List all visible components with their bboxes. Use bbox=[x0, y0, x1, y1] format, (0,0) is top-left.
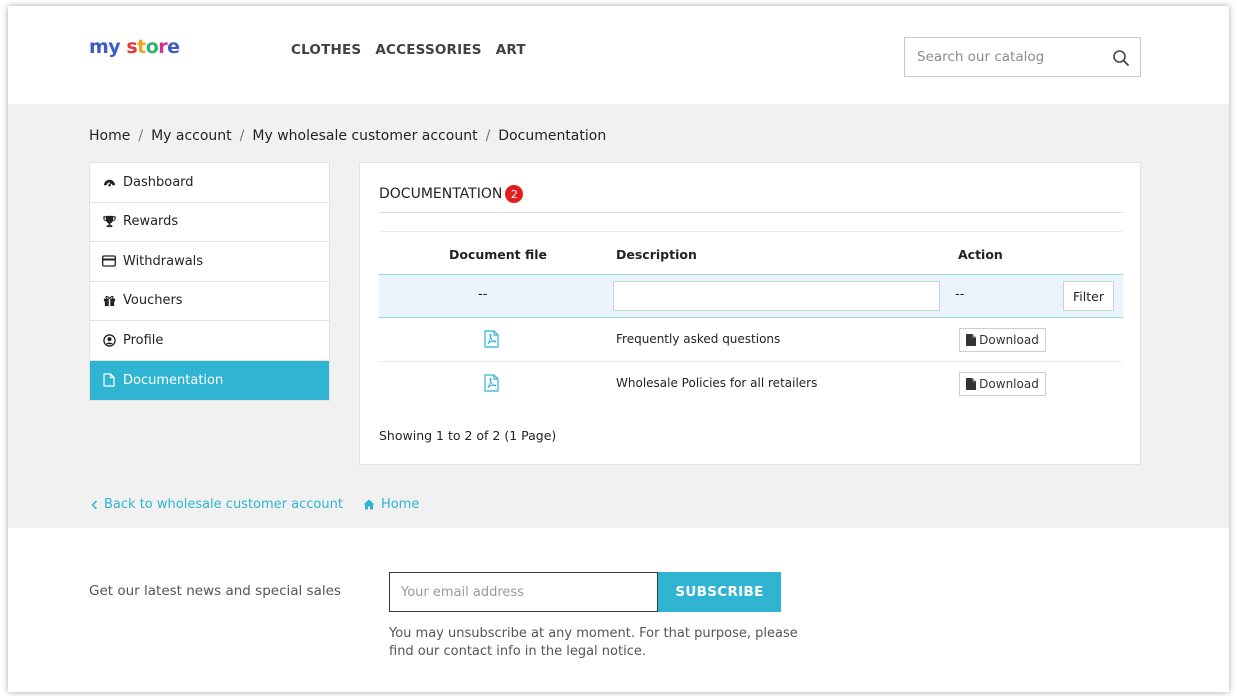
email-field[interactable] bbox=[389, 572, 658, 612]
newsletter-label: Get our latest news and special sales bbox=[89, 583, 341, 599]
subscribe-button[interactable]: SUBSCRIBE bbox=[658, 572, 781, 612]
sidebar-item-profile[interactable]: Profile bbox=[90, 321, 329, 361]
dashboard-icon bbox=[102, 175, 116, 189]
sidebar-item-rewards[interactable]: Rewards bbox=[90, 203, 329, 242]
home-link[interactable]: Home bbox=[363, 497, 419, 512]
credit-card-icon bbox=[102, 254, 116, 268]
sidebar-item-label: Withdrawals bbox=[123, 253, 204, 269]
document-description: Frequently asked questions bbox=[616, 332, 781, 346]
pdf-icon[interactable] bbox=[484, 330, 499, 348]
browser-frame: my store CLOTHES ACCESSORIES ART Home/My… bbox=[8, 6, 1229, 692]
breadcrumb: Home / My account / My wholesale customer ac… bbox=[89, 128, 607, 144]
back-link-label: Back to wholesale customer account bbox=[104, 497, 343, 512]
search-input[interactable] bbox=[905, 38, 1095, 76]
document-description: Wholesale Policies for all retailers bbox=[616, 376, 818, 390]
breadcrumb-home[interactable]: Home bbox=[89, 128, 130, 144]
description-filter-input[interactable] bbox=[613, 281, 940, 311]
divider bbox=[379, 231, 1123, 232]
breadcrumb-my-account[interactable]: My account bbox=[151, 128, 232, 144]
file-icon bbox=[102, 373, 116, 387]
back-to-account-link[interactable]: Back to wholesale customer account bbox=[91, 497, 343, 512]
table-row: Frequently asked questions Download bbox=[379, 318, 1123, 362]
divider bbox=[379, 212, 1123, 213]
nav-clothes[interactable]: CLOTHES bbox=[291, 42, 361, 58]
account-links: Back to wholesale customer account Home bbox=[91, 497, 419, 512]
nav-art[interactable]: ART bbox=[496, 42, 526, 58]
home-link-label: Home bbox=[380, 497, 420, 512]
pdf-icon[interactable] bbox=[484, 374, 499, 392]
sidebar-item-vouchers[interactable]: Vouchers bbox=[90, 282, 329, 321]
sidebar-item-dashboard[interactable]: Dashboard bbox=[90, 163, 329, 203]
action-filter-placeholder: -- bbox=[955, 287, 965, 302]
sidebar-item-label: Documentation bbox=[123, 372, 224, 388]
sidebar-item-documentation[interactable]: Documentation bbox=[90, 360, 329, 400]
sidebar-item-withdrawals[interactable]: Withdrawals bbox=[90, 242, 329, 282]
pagination-summary: Showing 1 to 2 of 2 (1 Page) bbox=[379, 428, 557, 443]
file-icon bbox=[966, 378, 977, 390]
nav-accessories[interactable]: ACCESSORIES bbox=[375, 42, 481, 58]
search-icon[interactable] bbox=[1112, 49, 1130, 67]
home-icon bbox=[363, 499, 375, 510]
filter-button[interactable]: Filter bbox=[1063, 281, 1114, 311]
account-sidebar: Dashboard Rewards Withdrawals Vouchers P… bbox=[89, 162, 330, 401]
filter-row: -- -- Filter bbox=[379, 274, 1123, 318]
panel-title: DOCUMENTATION 2 bbox=[379, 185, 524, 203]
sidebar-item-label: Vouchers bbox=[123, 293, 183, 309]
sidebar-item-label: Dashboard bbox=[123, 174, 194, 190]
search-box bbox=[904, 37, 1141, 77]
download-label: Download bbox=[979, 333, 1039, 347]
panel-title-text: DOCUMENTATION bbox=[379, 186, 503, 202]
gift-icon bbox=[102, 294, 116, 308]
column-header-file: Document file bbox=[449, 247, 548, 262]
download-button[interactable]: Download bbox=[959, 372, 1046, 396]
user-circle-icon bbox=[102, 333, 116, 347]
chevron-left-icon bbox=[91, 499, 98, 510]
unsubscribe-note: You may unsubscribe at any moment. For t… bbox=[389, 626, 798, 659]
sidebar-item-label: Profile bbox=[123, 332, 164, 348]
breadcrumb-documentation: Documentation bbox=[498, 128, 607, 144]
column-header-description: Description bbox=[616, 247, 697, 262]
table-row: Wholesale Policies for all retailers Dow… bbox=[379, 362, 1123, 406]
site-header: my store CLOTHES ACCESSORIES ART bbox=[8, 6, 1229, 104]
column-header-action: Action bbox=[958, 247, 1003, 262]
newsletter-footer: Get our latest news and special sales SU… bbox=[8, 528, 1229, 692]
sidebar-item-label: Rewards bbox=[123, 214, 179, 230]
download-label: Download bbox=[979, 377, 1039, 391]
file-icon bbox=[966, 334, 977, 346]
store-logo[interactable]: my store bbox=[89, 36, 180, 58]
trophy-icon bbox=[102, 215, 116, 229]
download-button[interactable]: Download bbox=[959, 328, 1046, 352]
count-badge: 2 bbox=[505, 185, 524, 203]
file-filter-placeholder: -- bbox=[478, 287, 488, 302]
documentation-panel: DOCUMENTATION 2 Document file Descriptio… bbox=[359, 162, 1141, 465]
main-nav: CLOTHES ACCESSORIES ART bbox=[291, 42, 526, 58]
breadcrumb-wholesale-account[interactable]: My wholesale customer account bbox=[252, 128, 477, 144]
